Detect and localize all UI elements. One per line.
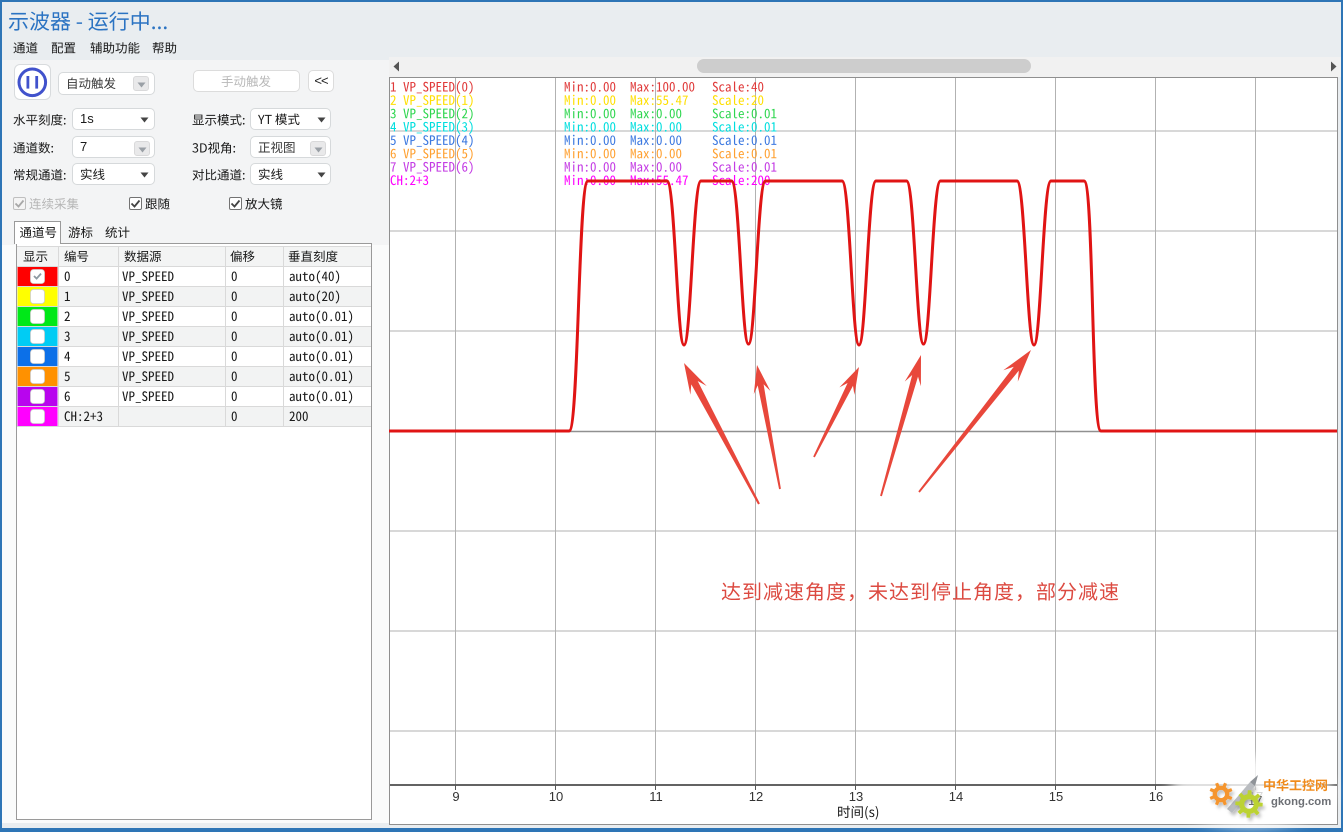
svg-text:gkong.com: gkong.com (1271, 796, 1331, 808)
